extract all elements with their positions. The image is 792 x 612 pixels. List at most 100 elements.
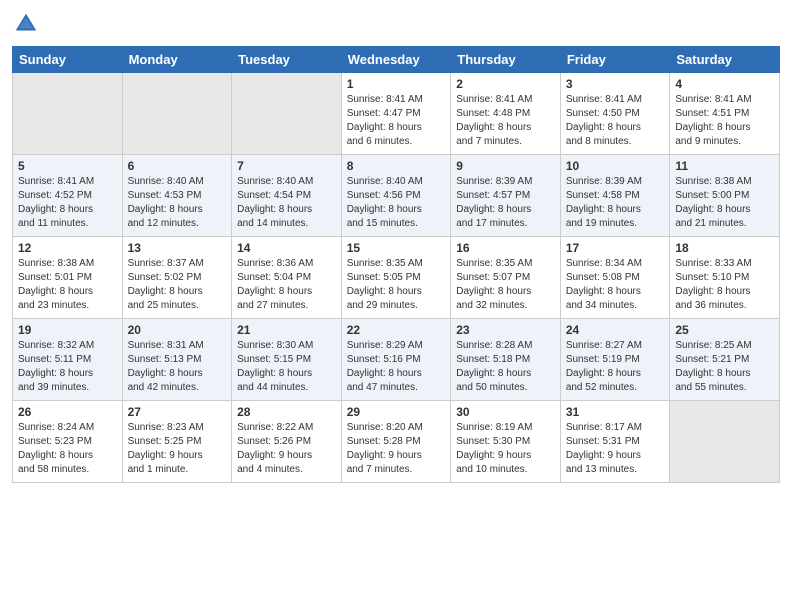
day-info: Sunrise: 8:36 AM Sunset: 5:04 PM Dayligh… bbox=[237, 257, 336, 313]
calendar-cell: 17 Sunrise: 8:34 AM Sunset: 5:08 PM Dayli… bbox=[560, 237, 670, 319]
calendar-cell: 25 Sunrise: 8:25 AM Sunset: 5:21 PM Dayli… bbox=[670, 319, 780, 401]
day-info: Sunrise: 8:39 AM Sunset: 4:58 PM Dayligh… bbox=[566, 175, 665, 231]
calendar-cell: 30Sunrise: 8:19 AM Sunset: 5:30 PM Dayli… bbox=[451, 401, 561, 483]
calendar-header-row: SundayMondayTuesdayWednesdayThursdayFrid… bbox=[13, 47, 780, 73]
calendar-cell: 13 Sunrise: 8:37 AM Sunset: 5:02 PM Dayli… bbox=[122, 237, 232, 319]
day-info: Sunrise: 8:41 AM Sunset: 4:50 PM Dayligh… bbox=[566, 93, 665, 149]
day-info: Sunrise: 8:41 AM Sunset: 4:48 PM Dayligh… bbox=[456, 93, 555, 149]
day-info: Sunrise: 8:41 AM Sunset: 4:47 PM Dayligh… bbox=[347, 93, 446, 149]
calendar-cell: 20Sunrise: 8:31 AM Sunset: 5:13 PM Dayli… bbox=[122, 319, 232, 401]
calendar-cell bbox=[122, 73, 232, 155]
day-number: 9 bbox=[456, 159, 555, 173]
day-number: 31 bbox=[566, 405, 665, 419]
calendar-cell: 5Sunrise: 8:41 AM Sunset: 4:52 PM Daylig… bbox=[13, 155, 123, 237]
calendar-cell: 11 Sunrise: 8:38 AM Sunset: 5:00 PM Dayli… bbox=[670, 155, 780, 237]
calendar-cell: 19 Sunrise: 8:32 AM Sunset: 5:11 PM Dayli… bbox=[13, 319, 123, 401]
day-header-sunday: Sunday bbox=[13, 47, 123, 73]
day-info: Sunrise: 8:30 AM Sunset: 5:15 PM Dayligh… bbox=[237, 339, 336, 395]
day-number: 27 bbox=[128, 405, 227, 419]
day-number: 3 bbox=[566, 77, 665, 91]
day-info: Sunrise: 8:33 AM Sunset: 5:10 PM Dayligh… bbox=[675, 257, 774, 313]
day-number: 12 bbox=[18, 241, 117, 255]
day-number: 30 bbox=[456, 405, 555, 419]
day-number: 25 bbox=[675, 323, 774, 337]
calendar-cell: 15Sunrise: 8:35 AM Sunset: 5:05 PM Dayli… bbox=[341, 237, 451, 319]
calendar-cell: 16Sunrise: 8:35 AM Sunset: 5:07 PM Dayli… bbox=[451, 237, 561, 319]
day-number: 18 bbox=[675, 241, 774, 255]
day-number: 1 bbox=[347, 77, 446, 91]
day-number: 16 bbox=[456, 241, 555, 255]
day-number: 11 bbox=[675, 159, 774, 173]
day-info: Sunrise: 8:41 AM Sunset: 4:51 PM Dayligh… bbox=[675, 93, 774, 149]
header bbox=[12, 10, 780, 38]
logo-icon bbox=[12, 10, 40, 38]
day-number: 4 bbox=[675, 77, 774, 91]
day-info: Sunrise: 8:40 AM Sunset: 4:54 PM Dayligh… bbox=[237, 175, 336, 231]
day-info: Sunrise: 8:32 AM Sunset: 5:11 PM Dayligh… bbox=[18, 339, 117, 395]
day-info: Sunrise: 8:29 AM Sunset: 5:16 PM Dayligh… bbox=[347, 339, 446, 395]
calendar-cell: 7 Sunrise: 8:40 AM Sunset: 4:54 PM Daylig… bbox=[232, 155, 342, 237]
day-info: Sunrise: 8:38 AM Sunset: 5:01 PM Dayligh… bbox=[18, 257, 117, 313]
day-info: Sunrise: 8:38 AM Sunset: 5:00 PM Dayligh… bbox=[675, 175, 774, 231]
calendar-cell bbox=[670, 401, 780, 483]
calendar-cell: 12 Sunrise: 8:38 AM Sunset: 5:01 PM Dayli… bbox=[13, 237, 123, 319]
day-number: 17 bbox=[566, 241, 665, 255]
day-info: Sunrise: 8:28 AM Sunset: 5:18 PM Dayligh… bbox=[456, 339, 555, 395]
logo bbox=[12, 10, 44, 38]
calendar-cell bbox=[232, 73, 342, 155]
day-info: Sunrise: 8:40 AM Sunset: 4:53 PM Dayligh… bbox=[128, 175, 227, 231]
day-number: 10 bbox=[566, 159, 665, 173]
week-row-1: 1 Sunrise: 8:41 AM Sunset: 4:47 PM Daylig… bbox=[13, 73, 780, 155]
day-info: Sunrise: 8:25 AM Sunset: 5:21 PM Dayligh… bbox=[675, 339, 774, 395]
calendar-cell: 8 Sunrise: 8:40 AM Sunset: 4:56 PM Daylig… bbox=[341, 155, 451, 237]
calendar-cell: 21 Sunrise: 8:30 AM Sunset: 5:15 PM Dayli… bbox=[232, 319, 342, 401]
calendar-cell: 3 Sunrise: 8:41 AM Sunset: 4:50 PM Daylig… bbox=[560, 73, 670, 155]
week-row-4: 19 Sunrise: 8:32 AM Sunset: 5:11 PM Dayli… bbox=[13, 319, 780, 401]
day-header-saturday: Saturday bbox=[670, 47, 780, 73]
day-info: Sunrise: 8:23 AM Sunset: 5:25 PM Dayligh… bbox=[128, 421, 227, 477]
calendar-cell: 14 Sunrise: 8:36 AM Sunset: 5:04 PM Dayli… bbox=[232, 237, 342, 319]
calendar-cell: 29 Sunrise: 8:20 AM Sunset: 5:28 PM Dayli… bbox=[341, 401, 451, 483]
day-info: Sunrise: 8:37 AM Sunset: 5:02 PM Dayligh… bbox=[128, 257, 227, 313]
day-info: Sunrise: 8:27 AM Sunset: 5:19 PM Dayligh… bbox=[566, 339, 665, 395]
day-number: 21 bbox=[237, 323, 336, 337]
calendar-cell: 9 Sunrise: 8:39 AM Sunset: 4:57 PM Daylig… bbox=[451, 155, 561, 237]
day-number: 28 bbox=[237, 405, 336, 419]
week-row-5: 26Sunrise: 8:24 AM Sunset: 5:23 PM Dayli… bbox=[13, 401, 780, 483]
day-number: 22 bbox=[347, 323, 446, 337]
day-number: 19 bbox=[18, 323, 117, 337]
day-info: Sunrise: 8:31 AM Sunset: 5:13 PM Dayligh… bbox=[128, 339, 227, 395]
day-number: 14 bbox=[237, 241, 336, 255]
week-row-3: 12 Sunrise: 8:38 AM Sunset: 5:01 PM Dayli… bbox=[13, 237, 780, 319]
day-info: Sunrise: 8:40 AM Sunset: 4:56 PM Dayligh… bbox=[347, 175, 446, 231]
day-info: Sunrise: 8:22 AM Sunset: 5:26 PM Dayligh… bbox=[237, 421, 336, 477]
day-header-friday: Friday bbox=[560, 47, 670, 73]
day-info: Sunrise: 8:39 AM Sunset: 4:57 PM Dayligh… bbox=[456, 175, 555, 231]
calendar-cell: 31 Sunrise: 8:17 AM Sunset: 5:31 PM Dayli… bbox=[560, 401, 670, 483]
day-header-tuesday: Tuesday bbox=[232, 47, 342, 73]
day-number: 13 bbox=[128, 241, 227, 255]
day-header-wednesday: Wednesday bbox=[341, 47, 451, 73]
day-number: 5 bbox=[18, 159, 117, 173]
calendar-cell: 22 Sunrise: 8:29 AM Sunset: 5:16 PM Dayli… bbox=[341, 319, 451, 401]
day-number: 23 bbox=[456, 323, 555, 337]
calendar-cell: 23 Sunrise: 8:28 AM Sunset: 5:18 PM Dayli… bbox=[451, 319, 561, 401]
day-number: 29 bbox=[347, 405, 446, 419]
day-number: 8 bbox=[347, 159, 446, 173]
day-info: Sunrise: 8:34 AM Sunset: 5:08 PM Dayligh… bbox=[566, 257, 665, 313]
day-number: 7 bbox=[237, 159, 336, 173]
day-number: 2 bbox=[456, 77, 555, 91]
calendar-cell: 10 Sunrise: 8:39 AM Sunset: 4:58 PM Dayli… bbox=[560, 155, 670, 237]
calendar-cell: 4 Sunrise: 8:41 AM Sunset: 4:51 PM Daylig… bbox=[670, 73, 780, 155]
day-header-thursday: Thursday bbox=[451, 47, 561, 73]
calendar-cell: 2 Sunrise: 8:41 AM Sunset: 4:48 PM Daylig… bbox=[451, 73, 561, 155]
calendar-cell: 6Sunrise: 8:40 AM Sunset: 4:53 PM Daylig… bbox=[122, 155, 232, 237]
calendar-cell: 26Sunrise: 8:24 AM Sunset: 5:23 PM Dayli… bbox=[13, 401, 123, 483]
day-info: Sunrise: 8:17 AM Sunset: 5:31 PM Dayligh… bbox=[566, 421, 665, 477]
page: SundayMondayTuesdayWednesdayThursdayFrid… bbox=[0, 0, 792, 612]
day-number: 26 bbox=[18, 405, 117, 419]
day-info: Sunrise: 8:20 AM Sunset: 5:28 PM Dayligh… bbox=[347, 421, 446, 477]
calendar-cell: 27 Sunrise: 8:23 AM Sunset: 5:25 PM Dayli… bbox=[122, 401, 232, 483]
day-number: 24 bbox=[566, 323, 665, 337]
calendar-cell bbox=[13, 73, 123, 155]
